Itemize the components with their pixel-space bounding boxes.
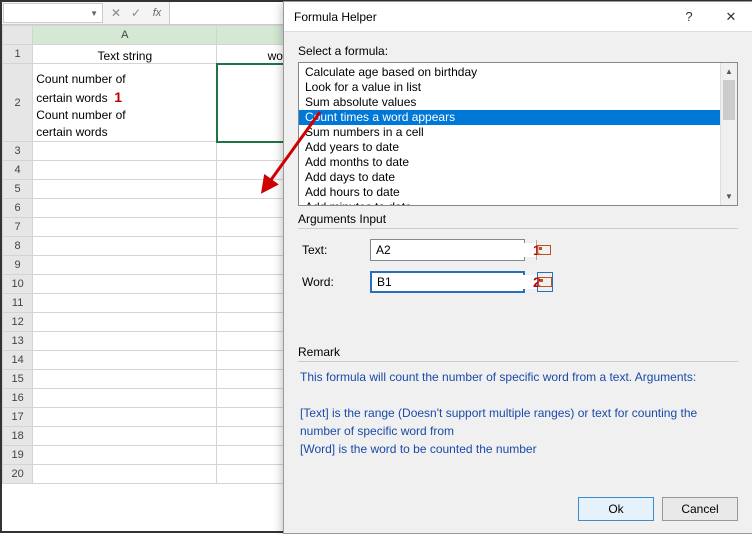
ok-button[interactable]: Ok (578, 497, 654, 521)
row-header[interactable]: 6 (3, 199, 33, 218)
scroll-up-icon[interactable]: ▲ (721, 63, 737, 80)
accept-formula-icon[interactable]: ✓ (127, 4, 145, 22)
cell[interactable]: Text string (33, 45, 217, 64)
dialog-titlebar: Formula Helper ? ✕ (284, 2, 752, 32)
cell[interactable] (33, 332, 217, 351)
arg-word-label: Word: (298, 275, 370, 289)
formula-helper-dialog: Formula Helper ? ✕ Select a formula: Cal… (283, 1, 752, 534)
cell[interactable]: Count number ofcertain words 1Count numb… (33, 64, 217, 142)
cancel-formula-icon[interactable]: ✕ (107, 4, 125, 22)
scroll-thumb[interactable] (723, 80, 735, 120)
formula-list-item[interactable]: Add months to date (299, 155, 720, 170)
arg-text-input[interactable] (371, 243, 536, 257)
row-header[interactable]: 7 (3, 218, 33, 237)
cell[interactable] (33, 294, 217, 313)
row-header[interactable]: 3 (3, 142, 33, 161)
cell[interactable] (33, 313, 217, 332)
arguments-title: Arguments Input (298, 212, 738, 229)
cell[interactable] (33, 427, 217, 446)
range-selector-icon (537, 245, 551, 255)
formula-buttons: ✕ ✓ fx (104, 2, 170, 24)
cell[interactable] (33, 446, 217, 465)
formula-list-item[interactable]: Sum numbers in a cell (299, 125, 720, 140)
dialog-title: Formula Helper (294, 10, 668, 24)
cell[interactable] (33, 218, 217, 237)
formula-list-item[interactable]: Add days to date (299, 170, 720, 185)
row-header[interactable]: 1 (3, 45, 33, 64)
scroll-track[interactable] (721, 80, 737, 188)
formula-list: Calculate age based on birthdayLook for … (298, 62, 738, 206)
remark-section: Remark This formula will count the numbe… (298, 345, 738, 464)
close-button[interactable]: ✕ (710, 2, 752, 32)
cell[interactable] (33, 199, 217, 218)
cell[interactable] (33, 465, 217, 484)
formula-list-item[interactable]: Look for a value in list (299, 80, 720, 95)
name-box[interactable]: ▼ (3, 3, 103, 23)
remark-title: Remark (298, 345, 738, 362)
cell[interactable] (33, 180, 217, 199)
arguments-section: Arguments Input Text: 1 Word: 2 (298, 212, 738, 293)
row-header[interactable]: 2 (3, 64, 33, 142)
row-header[interactable]: 19 (3, 446, 33, 465)
cell[interactable] (33, 370, 217, 389)
dialog-body: Select a formula: Calculate age based on… (284, 32, 752, 474)
row-header[interactable]: 15 (3, 370, 33, 389)
cancel-button[interactable]: Cancel (662, 497, 738, 521)
row-header[interactable]: 20 (3, 465, 33, 484)
chevron-down-icon: ▼ (90, 9, 98, 18)
arg-word-input-wrap (370, 271, 525, 293)
formula-list-item[interactable]: Add hours to date (299, 185, 720, 200)
fx-icon[interactable]: fx (148, 4, 166, 22)
formula-list-item[interactable]: Add minutes to date (299, 200, 720, 205)
row-header[interactable]: 5 (3, 180, 33, 199)
cell[interactable] (33, 237, 217, 256)
arg-text-label: Text: (298, 243, 370, 257)
cell[interactable] (33, 351, 217, 370)
cell[interactable] (33, 142, 217, 161)
row-header[interactable]: 9 (3, 256, 33, 275)
select-all-corner[interactable] (3, 26, 33, 45)
arg-word-input[interactable] (372, 275, 537, 289)
cell[interactable] (33, 275, 217, 294)
cell[interactable] (33, 389, 217, 408)
col-header-a[interactable]: A (33, 26, 217, 45)
formula-list-scrollbar[interactable]: ▲ ▼ (720, 63, 737, 205)
row-header[interactable]: 4 (3, 161, 33, 180)
help-button[interactable]: ? (668, 2, 710, 32)
cell[interactable] (33, 256, 217, 275)
row-header[interactable]: 18 (3, 427, 33, 446)
remark-text: This formula will count the number of sp… (298, 362, 738, 464)
row-header[interactable]: 12 (3, 313, 33, 332)
select-formula-label: Select a formula: (298, 44, 738, 58)
dialog-buttons: Ok Cancel (578, 497, 738, 521)
arg-row-text: Text: 1 (298, 239, 738, 261)
arg-text-input-wrap (370, 239, 525, 261)
row-header[interactable]: 11 (3, 294, 33, 313)
row-header[interactable]: 16 (3, 389, 33, 408)
row-header[interactable]: 13 (3, 332, 33, 351)
formula-list-items[interactable]: Calculate age based on birthdayLook for … (299, 63, 720, 205)
formula-list-item[interactable]: Add years to date (299, 140, 720, 155)
cell[interactable] (33, 161, 217, 180)
formula-list-item[interactable]: Sum absolute values (299, 95, 720, 110)
arg-row-word: Word: 2 (298, 271, 738, 293)
cell[interactable] (33, 408, 217, 427)
row-header[interactable]: 10 (3, 275, 33, 294)
row-header[interactable]: 8 (3, 237, 33, 256)
row-header[interactable]: 17 (3, 408, 33, 427)
range-selector-icon (538, 277, 552, 287)
formula-list-item[interactable]: Count times a word appears (299, 110, 720, 125)
formula-list-item[interactable]: Calculate age based on birthday (299, 65, 720, 80)
row-header[interactable]: 14 (3, 351, 33, 370)
scroll-down-icon[interactable]: ▼ (721, 188, 737, 205)
